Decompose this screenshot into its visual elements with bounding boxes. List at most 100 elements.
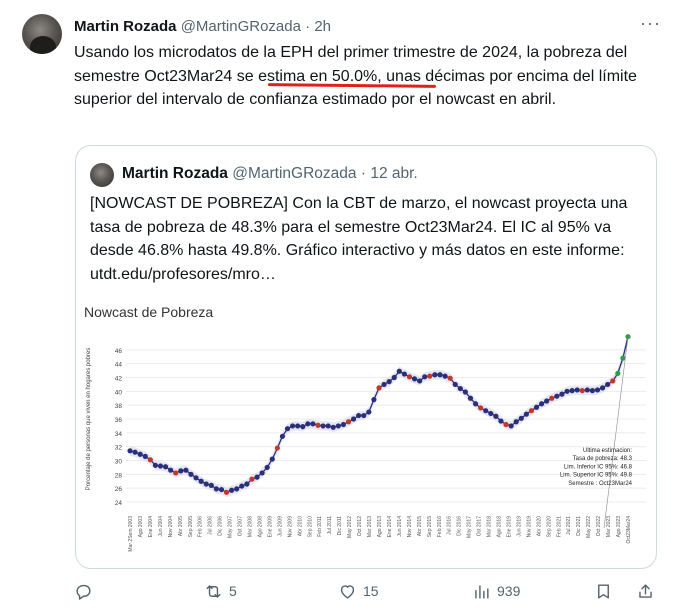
avatar[interactable] — [22, 14, 62, 54]
x-tick-label: Jun 2014 — [397, 516, 403, 537]
data-point — [127, 448, 133, 454]
x-tick-label: Mar 2018 — [487, 516, 493, 537]
data-point — [259, 470, 265, 476]
more-options-icon[interactable]: ··· — [640, 14, 660, 36]
timestamp[interactable]: 2h — [314, 18, 331, 35]
nowcast-chart[interactable]: 24 26 28 30 32 34 36 38 40 42 44 46 Porcentaje de pe… — [76, 322, 657, 569]
x-tick-label: Dic 2016 — [457, 516, 463, 536]
x-tick-label: Mar 2013 — [367, 516, 373, 537]
data-point — [544, 398, 550, 404]
reply-icon — [76, 584, 91, 600]
annotation-text: Semestre : Oct23Mar24 — [568, 481, 632, 487]
data-point — [325, 423, 331, 429]
data-point — [132, 449, 138, 455]
data-point — [513, 419, 519, 425]
data-point — [234, 486, 240, 492]
x-tick-label: Abr 2010 — [297, 516, 303, 537]
data-point — [193, 475, 199, 481]
data-point — [345, 419, 352, 425]
retweet-button[interactable]: 5 — [204, 580, 237, 602]
annotation-text: Lim. Inferior IC 95%: 46.8 — [564, 464, 633, 470]
data-point — [539, 401, 545, 407]
data-point — [366, 409, 372, 415]
x-tick-label: Jun 2019 — [516, 516, 522, 537]
x-tick-label: Ene 2004 — [148, 516, 154, 538]
reply-button[interactable] — [74, 580, 93, 602]
x-tick-label: Sep 2010 — [307, 516, 313, 538]
y-axis-label: Porcentaje de personas que viven en hoga… — [86, 348, 92, 490]
y-tick-label: 44 — [115, 362, 123, 369]
data-point — [417, 378, 423, 384]
author-name[interactable]: Martin Rozada — [74, 18, 177, 35]
views-button[interactable]: 939 — [472, 580, 520, 602]
quote-separator: · — [360, 165, 367, 182]
data-point — [447, 375, 453, 381]
data-point — [457, 385, 463, 392]
tweet-header: Martin Rozada @MartinGRozada · 2h — [74, 17, 650, 37]
data-point — [401, 371, 408, 377]
data-point — [203, 481, 209, 487]
x-tick-label: Nov 2014 — [407, 516, 413, 538]
author-handle[interactable]: @MartinGRozada — [181, 18, 301, 35]
data-point — [437, 372, 443, 378]
chart-title: Nowcast de Pobreza — [84, 304, 214, 320]
y-tick-label: 42 — [115, 376, 123, 383]
quoted-tweet-card[interactable]: Martin Rozada @MartinGRozada · 12 abr. [… — [75, 145, 657, 569]
quote-author-name[interactable]: Martin Rozada — [122, 165, 228, 182]
data-point — [427, 373, 433, 379]
data-point — [467, 395, 474, 401]
like-button[interactable]: 15 — [338, 580, 379, 602]
data-point — [320, 423, 326, 429]
quote-timestamp[interactable]: 12 abr. — [370, 165, 417, 182]
bookmark-button[interactable] — [594, 580, 613, 602]
data-point — [284, 426, 291, 432]
quote-text: [NOWCAST DE POBREZA] Con la CBT de marzo… — [90, 195, 628, 283]
x-tick-label: Oct 2012 — [357, 516, 363, 537]
x-tick-label: Jul 2021 — [566, 516, 572, 535]
data-point — [254, 474, 260, 480]
x-tick-label: Jun 2004 — [158, 516, 164, 537]
data-point — [340, 421, 347, 428]
x-tick-label: Oct 2022 — [596, 516, 602, 537]
x-tick-label: Sep 2015 — [427, 516, 433, 538]
x-tick-label: Feb 2006 — [198, 516, 204, 537]
x-tick-label: Feb 2016 — [437, 516, 443, 537]
data-point — [269, 456, 275, 462]
data-point — [411, 376, 418, 382]
x-tick-label: Sep 2005 — [188, 516, 194, 538]
y-tick-label: 46 — [115, 348, 123, 355]
x-tick-label: Feb 2021 — [556, 516, 562, 537]
tweet-text-underlined: se estima en 50.0%, — [236, 67, 382, 85]
annotation-text: Tasa de pobreza: 48.3 — [573, 456, 633, 462]
x-tick-label: Nov 2019 — [526, 516, 532, 538]
data-point — [137, 451, 143, 457]
data-point — [249, 476, 255, 482]
confidence-band — [130, 331, 628, 498]
x-tick-label: Oct 2017 — [477, 516, 483, 537]
data-point — [208, 482, 214, 488]
data-point — [432, 372, 438, 378]
x-tick-label: Feb 2011 — [317, 516, 323, 537]
x-tick-label: Ene 2014 — [387, 516, 393, 538]
x-tick-label: May 2022 — [586, 516, 592, 538]
data-point — [229, 487, 235, 493]
quote-avatar[interactable] — [90, 163, 114, 187]
data-point — [508, 423, 514, 429]
y-tick-label: 40 — [115, 389, 123, 396]
data-point — [615, 370, 621, 376]
annotation-text: Lim. Superior IC 95%: 49.8 — [560, 473, 633, 479]
data-point — [452, 381, 458, 388]
x-tick-label: Abr 2005 — [178, 516, 184, 537]
x-tick-label: Mar 2023 — [606, 516, 612, 537]
views-count: 939 — [497, 583, 521, 599]
share-button[interactable] — [636, 580, 655, 602]
data-point — [605, 381, 611, 388]
data-point — [549, 395, 555, 401]
y-tick-label: 32 — [115, 445, 123, 452]
x-tick-label: Nov 2004 — [168, 516, 174, 538]
annotation-text: Ultima estimacion: — [583, 448, 632, 454]
y-tick-label: 36 — [115, 417, 123, 424]
data-point — [564, 388, 570, 394]
quote-author-handle[interactable]: @MartinGRozada — [232, 165, 356, 182]
x-tick-label: Ago 2023 — [616, 516, 622, 538]
